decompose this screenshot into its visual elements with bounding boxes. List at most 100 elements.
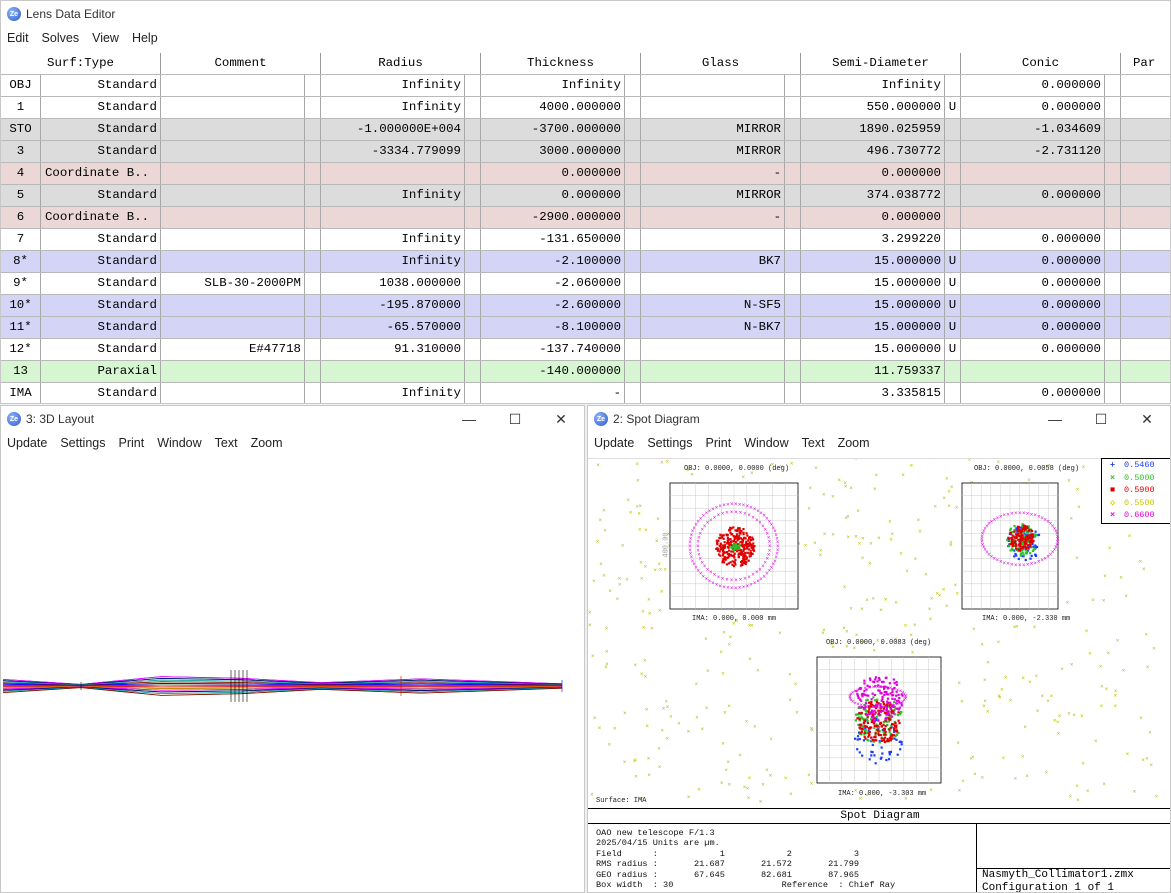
conic-cell[interactable]: 0.000000: [961, 383, 1105, 403]
solve-cell[interactable]: [625, 163, 641, 184]
conic-cell[interactable]: 0.000000: [961, 317, 1105, 338]
glass-cell[interactable]: MIRROR: [641, 185, 785, 206]
surface-row[interactable]: 1 Standard Infinity 4000.000000 550.000000 U 0…: [1, 97, 1170, 119]
par-cell[interactable]: [1121, 361, 1170, 382]
semi-flag-cell[interactable]: [945, 207, 961, 228]
solve-cell[interactable]: [1105, 295, 1121, 316]
solve-cell[interactable]: [785, 185, 801, 206]
thickness-cell[interactable]: Infinity: [481, 75, 625, 96]
solve-cell[interactable]: [305, 185, 321, 206]
solve-cell[interactable]: [625, 251, 641, 272]
par-cell[interactable]: [1121, 163, 1170, 184]
solve-cell[interactable]: [625, 119, 641, 140]
layout-menu-settings[interactable]: Settings: [54, 436, 112, 450]
surface-row[interactable]: 8* Standard Infinity -2.100000 BK7 15.000000 U…: [1, 251, 1170, 273]
par-cell[interactable]: [1121, 185, 1170, 206]
conic-cell[interactable]: 0.000000: [961, 251, 1105, 272]
layout-menu-text[interactable]: Text: [209, 436, 245, 450]
radius-cell[interactable]: Infinity: [321, 383, 465, 403]
solve-cell[interactable]: [305, 273, 321, 294]
solve-cell[interactable]: [1105, 229, 1121, 250]
comment-cell[interactable]: E#47718: [161, 339, 305, 360]
radius-cell[interactable]: 91.310000: [321, 339, 465, 360]
comment-cell[interactable]: [161, 251, 305, 272]
surf-type-cell[interactable]: 5 Standard: [1, 185, 161, 206]
spot-menu-zoom[interactable]: Zoom: [832, 436, 877, 450]
comment-cell[interactable]: [161, 383, 305, 403]
surface-row[interactable]: 13 Paraxial -140.000000 11.759337: [1, 361, 1170, 383]
glass-cell[interactable]: MIRROR: [641, 119, 785, 140]
solve-cell[interactable]: [1105, 339, 1121, 360]
solve-cell[interactable]: [625, 141, 641, 162]
solve-cell[interactable]: [785, 141, 801, 162]
glass-cell[interactable]: [641, 383, 785, 403]
semi-diameter-cell[interactable]: 496.730772: [801, 141, 945, 162]
thickness-cell[interactable]: -131.650000: [481, 229, 625, 250]
comment-cell[interactable]: SLB-30-2000PM: [161, 273, 305, 294]
comment-cell[interactable]: [161, 295, 305, 316]
thickness-cell[interactable]: 0.000000: [481, 163, 625, 184]
surface-row[interactable]: 6 Coordinate B.. -2900.000000-0.000000: [1, 207, 1170, 229]
lde-titlebar[interactable]: Ze Lens Data Editor: [1, 1, 1170, 27]
par-cell[interactable]: [1121, 229, 1170, 250]
solve-cell[interactable]: [305, 229, 321, 250]
solve-cell[interactable]: [1105, 273, 1121, 294]
header-par[interactable]: Par: [1121, 53, 1170, 74]
par-cell[interactable]: [1121, 207, 1170, 228]
radius-cell[interactable]: Infinity: [321, 97, 465, 118]
solve-cell[interactable]: [625, 273, 641, 294]
radius-cell[interactable]: -1.000000E+004: [321, 119, 465, 140]
semi-diameter-cell[interactable]: 11.759337: [801, 361, 945, 382]
layout-ray-drawing[interactable]: [1, 458, 584, 893]
conic-cell[interactable]: [961, 207, 1105, 228]
semi-flag-cell[interactable]: U: [945, 251, 961, 272]
semi-diameter-cell[interactable]: 0.000000: [801, 207, 945, 228]
solve-cell[interactable]: [305, 141, 321, 162]
layout-menu-print[interactable]: Print: [112, 436, 151, 450]
conic-cell[interactable]: [961, 163, 1105, 184]
solve-cell[interactable]: [785, 295, 801, 316]
surface-row[interactable]: 5 Standard Infinity 0.000000 MIRROR 374.03877…: [1, 185, 1170, 207]
solve-cell[interactable]: [305, 317, 321, 338]
solve-cell[interactable]: [1105, 163, 1121, 184]
solve-cell[interactable]: [465, 317, 481, 338]
spot-menu-window[interactable]: Window: [738, 436, 795, 450]
semi-diameter-cell[interactable]: 3.299220: [801, 229, 945, 250]
radius-cell[interactable]: -3334.779099: [321, 141, 465, 162]
semi-diameter-cell[interactable]: 15.000000: [801, 273, 945, 294]
semi-diameter-cell[interactable]: Infinity: [801, 75, 945, 96]
solve-cell[interactable]: [1105, 75, 1121, 96]
solve-cell[interactable]: [1105, 317, 1121, 338]
solve-cell[interactable]: [465, 163, 481, 184]
layout-menu-window[interactable]: Window: [151, 436, 208, 450]
surface-row[interactable]: 11* Standard -65.570000 -8.100000 N-BK7 15.00…: [1, 317, 1170, 339]
semi-diameter-cell[interactable]: 0.000000: [801, 163, 945, 184]
radius-cell[interactable]: [321, 361, 465, 382]
solve-cell[interactable]: [305, 75, 321, 96]
spot-plot-area[interactable]: × × × × × × × × × × × × × × × × × × × × × × × × × × × × × × × × × × × × × × × ×…: [588, 455, 1170, 808]
thickness-cell[interactable]: -140.000000: [481, 361, 625, 382]
par-cell[interactable]: [1121, 339, 1170, 360]
thickness-cell[interactable]: -: [481, 383, 625, 403]
header-comment[interactable]: Comment: [161, 53, 321, 74]
surf-type-cell[interactable]: IMA Standard: [1, 383, 161, 403]
semi-diameter-cell[interactable]: 374.038772: [801, 185, 945, 206]
header-radius[interactable]: Radius: [321, 53, 481, 74]
par-cell[interactable]: [1121, 75, 1170, 96]
conic-cell[interactable]: 0.000000: [961, 185, 1105, 206]
solve-cell[interactable]: [305, 97, 321, 118]
header-glass[interactable]: Glass: [641, 53, 801, 74]
solve-cell[interactable]: [1105, 97, 1121, 118]
close-icon[interactable]: ✕: [1124, 406, 1170, 432]
surf-type-cell[interactable]: 13 Paraxial: [1, 361, 161, 382]
surf-type-cell[interactable]: STO Standard: [1, 119, 161, 140]
spot-menu-settings[interactable]: Settings: [641, 436, 699, 450]
glass-cell[interactable]: [641, 339, 785, 360]
solve-cell[interactable]: [305, 361, 321, 382]
layout-titlebar[interactable]: Ze 3: 3D Layout — ☐ ✕: [1, 406, 584, 432]
conic-cell[interactable]: 0.000000: [961, 339, 1105, 360]
comment-cell[interactable]: [161, 141, 305, 162]
radius-cell[interactable]: 1038.000000: [321, 273, 465, 294]
semi-diameter-cell[interactable]: 1890.025959: [801, 119, 945, 140]
solve-cell[interactable]: [785, 163, 801, 184]
